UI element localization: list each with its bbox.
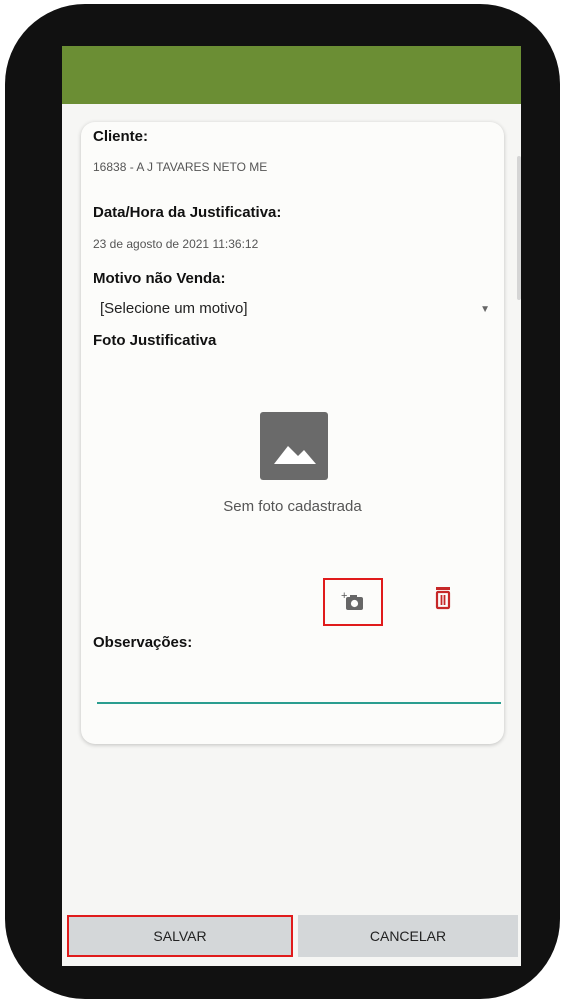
save-button[interactable]: SALVAR: [67, 915, 293, 957]
cliente-value: 16838 - A J TAVARES NETO ME: [93, 160, 268, 174]
trash-icon: [433, 587, 453, 614]
justification-card: Cliente: 16838 - A J TAVARES NETO ME Dat…: [81, 122, 504, 744]
datahora-label: Data/Hora da Justificativa:: [93, 204, 282, 221]
photo-caption: Sem foto cadastrada: [223, 498, 362, 515]
app-screen: Cliente: 16838 - A J TAVARES NETO ME Dat…: [62, 46, 521, 966]
foto-label: Foto Justificativa: [93, 332, 217, 349]
photo-area: Sem foto cadastrada: [81, 404, 504, 524]
motivo-select-value: [Selecione um motivo]: [100, 300, 248, 317]
add-photo-button[interactable]: +: [323, 578, 383, 626]
phone-frame: Cliente: 16838 - A J TAVARES NETO ME Dat…: [5, 4, 560, 999]
image-placeholder-icon: [260, 412, 328, 480]
scrollbar[interactable]: [517, 156, 521, 300]
cliente-label: Cliente:: [93, 128, 149, 145]
datahora-value: 23 de agosto de 2021 11:36:12: [93, 237, 259, 251]
add-photo-icon: +: [341, 590, 365, 612]
cancel-button[interactable]: CANCELAR: [298, 915, 518, 957]
delete-photo-button[interactable]: [433, 586, 457, 614]
app-bar: [62, 46, 521, 104]
observacoes-input[interactable]: [97, 678, 501, 704]
chevron-down-icon: ▼: [480, 304, 490, 315]
motivo-select[interactable]: [Selecione um motivo] ▼: [100, 300, 490, 322]
motivo-label: Motivo não Venda:: [93, 270, 226, 287]
observacoes-label: Observações:: [93, 634, 193, 651]
